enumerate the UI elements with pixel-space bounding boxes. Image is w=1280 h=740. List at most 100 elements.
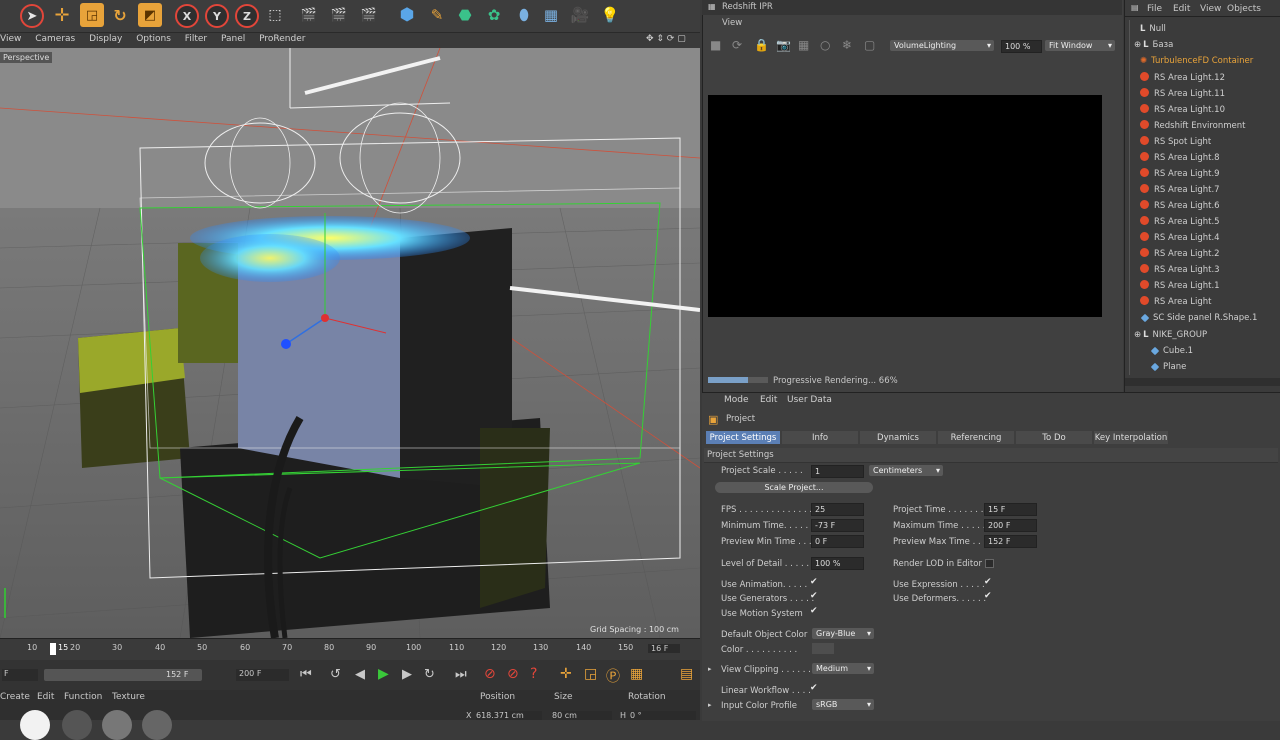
viewport-menu-cameras[interactable]: Cameras	[35, 34, 75, 44]
object-item-light[interactable]: RS Area Light.1	[1140, 280, 1220, 291]
timeline-ruler[interactable]: 10 15 20 30 40 50 60 70 80 90 100 110 12…	[0, 638, 700, 661]
material-swatch[interactable]	[102, 710, 132, 740]
object-item-turbulencefd[interactable]: ✺ TurbulenceFD Container	[1140, 56, 1253, 66]
viewport-nav-icons[interactable]: ✥ ⇕ ⟳ ▢	[646, 34, 686, 44]
material-menu-create[interactable]: Create	[0, 692, 30, 702]
fit-window-dropdown[interactable]: Fit Window ▾	[1045, 40, 1115, 51]
object-item-light[interactable]: RS Area Light.12	[1140, 72, 1225, 83]
preview-min-field[interactable]: 0 F	[811, 535, 864, 548]
end-frame-field[interactable]: 200 F	[236, 669, 289, 681]
rotate-tool-icon[interactable]: ↻	[108, 3, 132, 27]
tab-key-interpolation[interactable]: Key Interpolation	[1094, 431, 1168, 444]
render-view-icon[interactable]: 🎬	[297, 3, 321, 27]
object-item-null[interactable]: L Null	[1140, 24, 1166, 34]
obj-menu-edit[interactable]: Edit	[1173, 4, 1190, 14]
playhead[interactable]	[50, 643, 56, 655]
stop-render-icon[interactable]: ■	[710, 38, 721, 52]
play-icon[interactable]: ▶	[378, 666, 389, 682]
obj-menu-file[interactable]: File	[1147, 4, 1162, 14]
timeline-window-icon[interactable]: ▤	[680, 666, 693, 682]
floor-icon[interactable]: ▦	[539, 3, 563, 27]
viewport-menu-view[interactable]: View	[0, 34, 21, 44]
z-axis-lock-icon[interactable]: Z	[235, 4, 259, 28]
camera-icon[interactable]: 🎥	[568, 3, 592, 27]
expand-arrow-icon[interactable]: ▸	[708, 701, 712, 709]
3d-viewport[interactable]	[0, 48, 700, 638]
object-item-light[interactable]: RS Area Light.7	[1140, 184, 1220, 195]
key-scale-icon[interactable]: ◲	[584, 666, 597, 682]
object-manager-scrollbar[interactable]	[1125, 378, 1280, 386]
lod-field[interactable]: 100 %	[811, 557, 864, 570]
obj-menu-objects[interactable]: Objects	[1227, 4, 1261, 14]
color-swatch[interactable]	[812, 643, 834, 654]
circle-icon[interactable]: ○	[820, 38, 830, 52]
render-picture-viewer-icon[interactable]: 🎬	[327, 3, 351, 27]
coordinate-system-icon[interactable]: ⬚	[263, 3, 287, 27]
tab-project-settings[interactable]: Project Settings	[706, 431, 780, 444]
use-animation-checkbox[interactable]: ✔	[810, 577, 818, 587]
go-to-start-icon[interactable]: ⏮	[300, 667, 312, 682]
recent-tool-icon[interactable]: ◩	[138, 3, 162, 27]
coords-h-rotation[interactable]: 0 °	[630, 711, 696, 720]
next-frame-icon[interactable]: ▶	[402, 667, 412, 682]
key-position-icon[interactable]: ✛	[560, 666, 572, 682]
tab-referencing[interactable]: Referencing	[938, 431, 1014, 444]
use-expression-checkbox[interactable]: ✔	[984, 577, 992, 587]
object-item-shape[interactable]: SC Side panel R.Shape.1	[1140, 313, 1257, 323]
x-axis-lock-icon[interactable]: X	[175, 4, 199, 28]
object-item-baza[interactable]: ⊕ L База	[1134, 40, 1173, 50]
object-item-nike-group[interactable]: ⊕ L NIKE_GROUP	[1134, 330, 1207, 340]
object-item-light[interactable]: Redshift Environment	[1140, 120, 1245, 131]
preview-max-field[interactable]: 152 F	[984, 535, 1037, 548]
object-item-light[interactable]: RS Area Light.4	[1140, 232, 1220, 243]
viewport-menu-options[interactable]: Options	[136, 34, 171, 44]
coords-x-size[interactable]: 80 cm	[552, 711, 612, 720]
viewport-menu-filter[interactable]: Filter	[185, 34, 207, 44]
material-menu-function[interactable]: Function	[64, 692, 102, 702]
move-tool-icon[interactable]: ✛	[50, 3, 74, 27]
keyframe-selection-icon[interactable]: ?	[530, 666, 537, 682]
render-settings-icon[interactable]: 🎬	[357, 3, 381, 27]
render-lod-checkbox[interactable]	[985, 559, 994, 568]
select-tool-icon[interactable]: ➤	[20, 4, 44, 28]
min-time-field[interactable]: -73 F	[811, 519, 864, 532]
object-item-light[interactable]: RS Area Light.8	[1140, 152, 1220, 163]
y-axis-lock-icon[interactable]: Y	[205, 4, 229, 28]
current-frame-field[interactable]: 16 F	[648, 644, 681, 653]
use-motion-checkbox[interactable]: ✔	[810, 606, 818, 616]
light-icon[interactable]: 💡	[598, 3, 622, 27]
region-icon[interactable]: ▢	[864, 38, 875, 52]
viewport-menu-display[interactable]: Display	[89, 34, 122, 44]
previous-key-icon[interactable]: ↺	[330, 667, 341, 682]
coords-x-position[interactable]: 618.371 cm	[476, 711, 542, 720]
start-frame-field[interactable]: F	[2, 669, 38, 681]
ipr-render-area[interactable]	[708, 95, 1102, 317]
object-item-light[interactable]: RS Spot Light	[1140, 136, 1211, 147]
go-to-end-icon[interactable]: ⏭	[455, 667, 467, 682]
material-swatch[interactable]	[142, 710, 172, 740]
cube-primitive-icon[interactable]: ⬢	[395, 3, 419, 27]
attr-menu-mode[interactable]: Mode	[724, 395, 749, 405]
previous-frame-icon[interactable]: ◀	[355, 667, 365, 682]
deformer-icon[interactable]: ⬮	[512, 3, 536, 27]
attr-menu-edit[interactable]: Edit	[760, 395, 777, 405]
view-clipping-dropdown[interactable]: Medium ▾	[812, 663, 874, 674]
lock-icon[interactable]: 🔒	[754, 38, 769, 52]
object-item-light[interactable]: RS Area Light.2	[1140, 248, 1220, 259]
snowflake-icon[interactable]: ❄	[842, 38, 852, 52]
unit-dropdown[interactable]: Centimeters ▾	[869, 465, 943, 476]
object-item-light[interactable]: RS Area Light.9	[1140, 168, 1220, 179]
ipr-view-menu[interactable]: View	[722, 18, 742, 28]
fps-field[interactable]: 25	[811, 503, 864, 516]
obj-menu-view[interactable]: View	[1200, 4, 1221, 14]
snapshot-camera-icon[interactable]: 📷	[776, 38, 791, 52]
linear-workflow-checkbox[interactable]: ✔	[810, 683, 818, 693]
object-item-cube[interactable]: Cube.1	[1150, 346, 1193, 356]
use-deformers-checkbox[interactable]: ✔	[984, 591, 992, 601]
record-keyframe-icon[interactable]: ⊘	[484, 666, 496, 682]
subdivision-icon[interactable]: ⬣	[453, 3, 477, 27]
material-menu-edit[interactable]: Edit	[37, 692, 54, 702]
tab-to-do[interactable]: To Do	[1016, 431, 1092, 444]
ipr-zoom-field[interactable]: 100 %	[1001, 40, 1042, 53]
max-time-field[interactable]: 200 F	[984, 519, 1037, 532]
